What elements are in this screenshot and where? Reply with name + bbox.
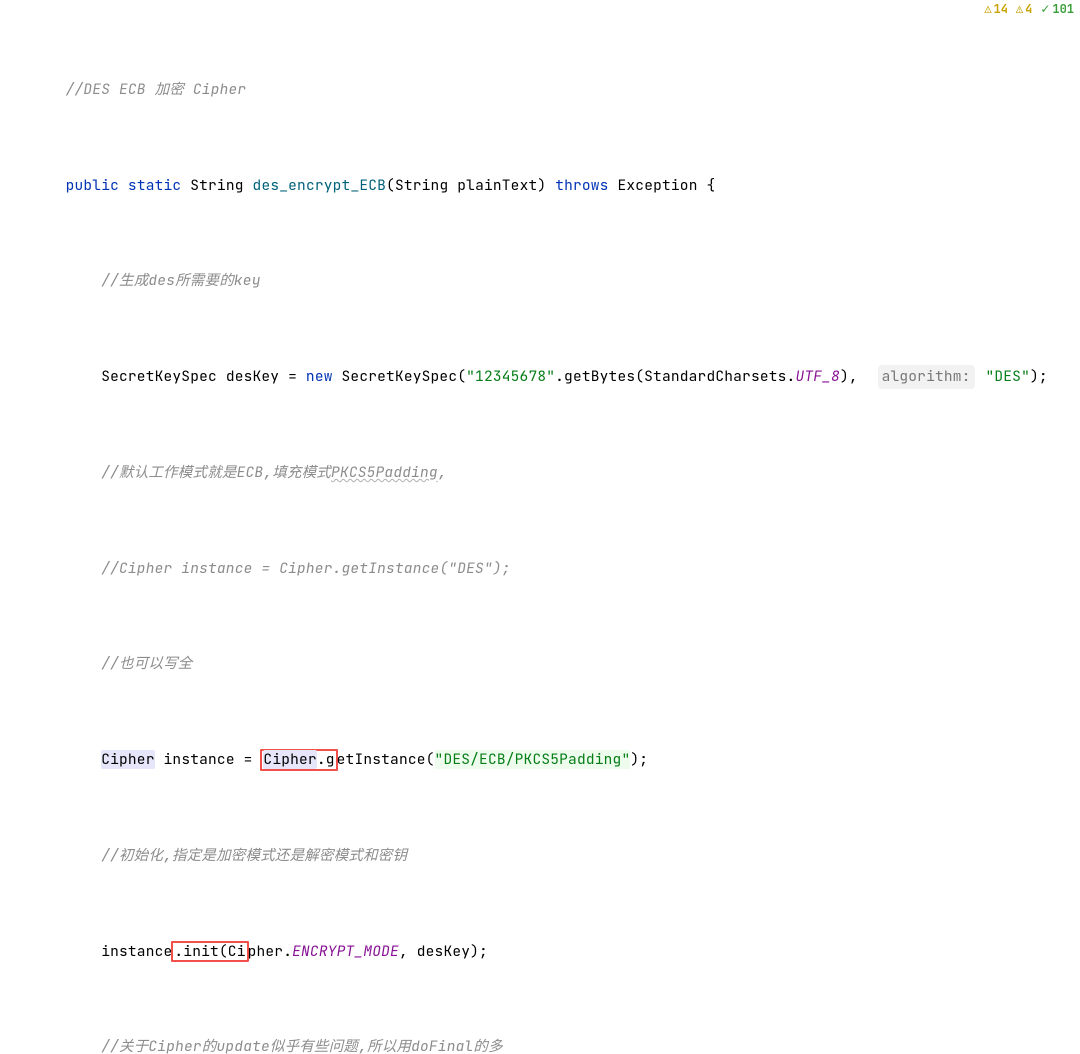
- string-key: "12345678": [466, 367, 555, 386]
- method-name: des_encrypt_ECB: [253, 176, 387, 195]
- indent: [30, 271, 101, 290]
- indent: [30, 463, 101, 482]
- const-utf8: UTF_8: [795, 367, 840, 386]
- comment: //关于Cipher的update似乎有些问题,所以用doFinal的多: [101, 1037, 503, 1054]
- comment: //DES ECB 加密 Cipher: [66, 80, 247, 99]
- string-transform: "DES/ECB/PKCS5Padding": [435, 750, 631, 769]
- type-cipher: Cipher: [101, 750, 154, 769]
- type-standardcharsets: StandardCharsets: [644, 367, 786, 386]
- comment: //Cipher instance = Cipher.getInstance("…: [101, 559, 510, 578]
- comment: //初始化,指定是加密模式还是解密模式和密钥: [101, 846, 407, 865]
- keyword-new: new: [306, 367, 333, 386]
- const-encrypt-mode: ENCRYPT_MODE: [292, 942, 399, 961]
- var-deskey: desKey: [417, 942, 470, 961]
- call-getinstance: etInstance(: [337, 750, 435, 769]
- indent: [30, 1037, 101, 1054]
- ctor-secretkeyspec: SecretKeySpec: [342, 367, 458, 386]
- redbox-cipher-class: Cipher.g: [260, 749, 337, 770]
- indent: [30, 80, 66, 99]
- param-name: plainText: [457, 176, 537, 195]
- indent: [30, 559, 101, 578]
- indent: [30, 750, 101, 769]
- indent: [30, 942, 101, 961]
- editor-gutter[interactable]: [0, 0, 28, 527]
- keyword-static: static: [128, 176, 181, 195]
- param-type: String: [395, 176, 448, 195]
- call-getbytes: .getBytes(: [555, 367, 644, 386]
- redbox-init-call: .init(Ci: [171, 941, 248, 962]
- var-instance: instance: [101, 942, 172, 961]
- var-deskey: desKey: [226, 367, 279, 386]
- comment: //生成des所需要的key: [101, 271, 260, 290]
- indent: [30, 846, 101, 865]
- comment: //也可以写全: [101, 654, 192, 673]
- keyword-public: public: [66, 176, 119, 195]
- indent: [30, 176, 66, 195]
- indent: [30, 654, 101, 673]
- var-instance: instance: [164, 750, 235, 769]
- indent: [30, 367, 101, 386]
- type-string: String: [190, 176, 243, 195]
- comment: //默认工作模式就是ECB,填充模式PKCS5Padding,: [101, 463, 447, 482]
- string-des: "DES": [985, 367, 1030, 386]
- keyword-throws: throws: [555, 176, 608, 195]
- code-editor[interactable]: //DES ECB 加密 Cipher public static String…: [30, 0, 1080, 527]
- type-exception: Exception: [618, 176, 698, 195]
- type-secretkeyspec: SecretKeySpec: [101, 367, 217, 386]
- param-hint-algorithm: algorithm:: [878, 365, 975, 389]
